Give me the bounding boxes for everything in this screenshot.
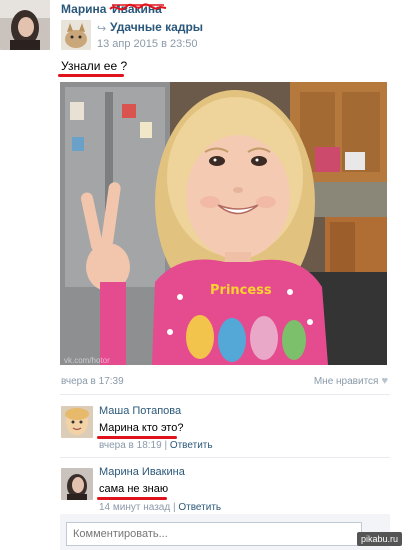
comment-text: сама не знаю [99, 483, 169, 495]
heart-icon: ♥ [381, 375, 388, 387]
comments-separator [60, 394, 390, 395]
author-name[interactable]: Марина [61, 2, 106, 16]
comment-input-placeholder: Комментировать... [73, 528, 168, 540]
site-watermark: pikabu.ru [356, 532, 402, 546]
reply-link[interactable]: Ответить [170, 440, 213, 451]
comment-text: Марина кто это? [99, 422, 184, 434]
comment-time[interactable]: 14 минут назад [99, 502, 170, 513]
commenter-avatar[interactable] [61, 468, 93, 500]
svg-text:Princess: Princess [210, 283, 272, 298]
meta-separator: | [172, 502, 176, 513]
photo-watermark: vk.com/hotor [64, 356, 110, 365]
comment-separator [60, 457, 390, 458]
repost-date[interactable]: 13 апр 2015 в 23:50 [97, 38, 198, 50]
highlight-underline [97, 497, 167, 500]
post-text: Узнали ее ? [61, 59, 128, 73]
comment-meta: вчера в 18:19 | Ответить [99, 440, 213, 451]
like-label: Мне нравится [313, 375, 379, 387]
comment-input[interactable]: Комментировать... [66, 522, 362, 546]
group-avatar[interactable] [61, 20, 91, 50]
commenter-avatar[interactable] [61, 406, 93, 438]
highlight-underline [58, 74, 124, 77]
comment-time[interactable]: вчера в 18:19 [99, 440, 162, 451]
comment-meta: 14 минут назад | Ответить [99, 502, 221, 513]
post-time[interactable]: вчера в 17:39 [61, 376, 124, 387]
like-button[interactable]: Мне нравится ♥ [314, 375, 388, 387]
post-photo[interactable]: Princess [60, 82, 387, 365]
author-avatar[interactable] [0, 0, 50, 50]
highlight-underline [97, 436, 177, 439]
comment-author-name[interactable]: Марина Ивакина [99, 466, 185, 478]
meta-separator: | [164, 440, 168, 451]
reply-link[interactable]: Ответить [178, 502, 221, 513]
comment-author-name[interactable]: Маша Потапова [99, 405, 181, 417]
repost-icon: ↪ [97, 23, 107, 35]
group-name-link[interactable]: Удачные кадры [110, 20, 203, 34]
scribble-overlay [109, 3, 167, 11]
